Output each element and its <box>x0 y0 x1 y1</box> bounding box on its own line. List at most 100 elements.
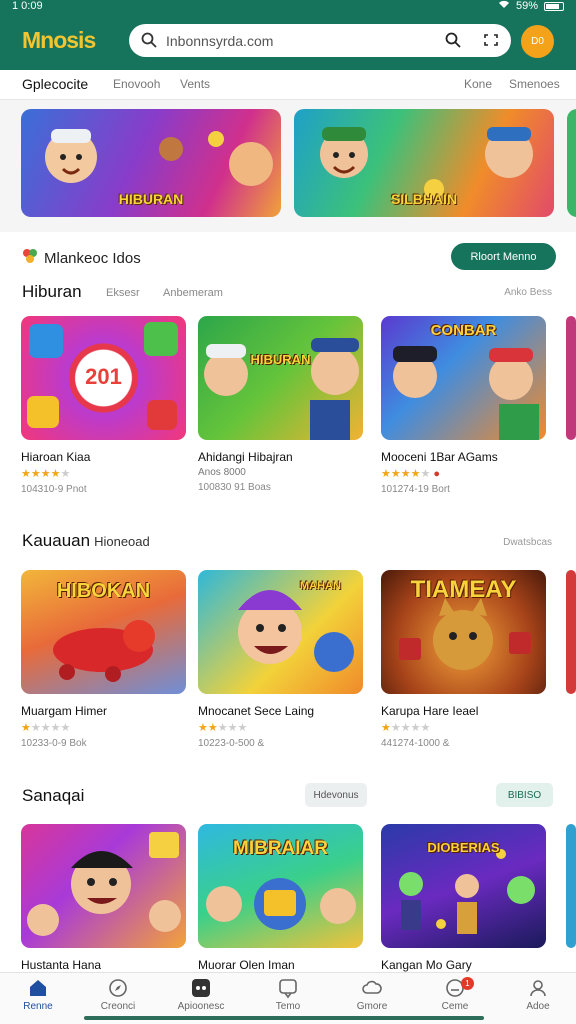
section-title-text: Hiburan <box>22 282 82 301</box>
game-thumbnail[interactable]: MAHAN <box>198 570 363 694</box>
banner-carousel[interactable]: HIBURAN SILBHAIN <box>0 100 576 232</box>
bottom-nav-games[interactable]: Apioonesc <box>165 977 237 1012</box>
banner-3-partial[interactable] <box>567 109 576 217</box>
thumbnail-title: HIBURAN <box>250 352 311 367</box>
compass-icon <box>107 977 129 999</box>
star-rating: ★★★★★ <box>198 722 248 734</box>
game-card-partial[interactable] <box>566 570 576 694</box>
bottom-nav-label: Ceme <box>441 1001 469 1012</box>
scan-icon[interactable] <box>483 32 499 53</box>
section-tab[interactable]: Eksesr <box>106 287 140 299</box>
main-content: Mlankeoc Idos Rloort Menno Hiburan Ekses… <box>0 232 576 972</box>
bottom-nav-notifications[interactable]: 1 Ceme <box>419 977 491 1012</box>
filter-chip[interactable]: Hdevonus <box>305 783 367 807</box>
section-tab[interactable]: Anbemeram <box>163 287 223 299</box>
game-card[interactable]: HIBOKAN Muargam Himer ★★★★★ 10233-0-9 Bo… <box>21 570 186 749</box>
chat-icon <box>277 977 299 999</box>
banner-title: HIBURAN <box>118 191 184 207</box>
game-thumbnail[interactable] <box>566 570 576 694</box>
section-title: Hiburan <box>22 282 82 302</box>
battery-icon <box>544 1 564 11</box>
app-logo[interactable]: Mnosis <box>22 27 96 54</box>
game-name: Karupa Hare Ieael <box>381 704 479 718</box>
game-thumbnail[interactable]: HIBURAN <box>198 316 363 440</box>
bottom-nav-label: Temo <box>275 1001 301 1012</box>
search-input[interactable]: Inbonnsyrda.com <box>166 33 273 49</box>
top-nav: Gplecocite Enovooh Vents Kone Smenoes <box>0 70 576 100</box>
gamepad-icon <box>190 977 212 999</box>
thumbnail-title: TIAMEAY <box>410 576 517 603</box>
status-bar: 1 0:09 59% <box>0 0 576 14</box>
game-thumbnail[interactable] <box>566 316 576 440</box>
game-card-partial[interactable] <box>566 824 576 948</box>
bottom-nav-profile[interactable]: Adoe <box>502 977 574 1012</box>
game-thumbnail[interactable]: 201 <box>21 316 186 440</box>
game-thumbnail[interactable]: TIAMEAY <box>381 570 546 694</box>
game-meta: 10223-0-500 & <box>198 738 265 749</box>
game-name: Hustanta Hana <box>21 958 102 972</box>
search-icon <box>141 32 157 53</box>
game-card[interactable]: HIBURAN Ahidangi Hibajran Anos 8000 1008… <box>198 316 363 493</box>
game-thumbnail[interactable]: MIBRAIAR <box>198 824 363 948</box>
status-icons: 59% <box>498 0 564 12</box>
game-card[interactable]: MAHAN Mnocanet Sece Laing ★★★★★ 10223-0-… <box>198 570 363 749</box>
top-nav-item[interactable]: Kone <box>464 77 492 91</box>
star-rating: ★★★★★ ● <box>381 468 441 480</box>
thumbnail-title: CONBAR <box>430 322 497 339</box>
game-card[interactable]: DIOBERIAS Kangan Mo Gary <box>381 824 546 972</box>
game-thumbnail[interactable]: DIOBERIAS <box>381 824 546 948</box>
game-card[interactable]: 201 Hiaroan Kiaa ★★★★★ 104310-9 Pnot <box>21 316 186 495</box>
section-title: Sanaqai <box>22 786 84 806</box>
game-meta: 10233-0-9 Bok <box>21 738 87 749</box>
game-meta: 441274-1000 & <box>381 738 450 749</box>
top-nav-item[interactable]: Smenoes <box>509 77 560 91</box>
game-card[interactable]: CONBAR Mooceni 1Bar AGams ★★★★★ ● 101274… <box>381 316 546 495</box>
star-rating: ★★★★★ <box>21 468 71 480</box>
bottom-nav-chat[interactable]: Temo <box>252 977 324 1012</box>
game-meta: 104310-9 Pnot <box>21 484 87 495</box>
game-thumbnail[interactable]: CONBAR <box>381 316 546 440</box>
game-meta: 101274-19 Bort <box>381 484 450 495</box>
wifi-icon <box>498 0 510 12</box>
game-card[interactable]: MIBRAIAR Muorar Olen Iman <box>198 824 363 972</box>
top-nav-item[interactable]: Enovooh <box>113 77 160 91</box>
section-title-text: Kauauan <box>22 531 91 550</box>
bottom-nav-explore[interactable]: Creonci <box>82 977 154 1012</box>
avatar[interactable]: D0 <box>521 25 554 58</box>
thumbnail-title: MIBRAIAR <box>233 838 328 859</box>
bottom-nav-cloud[interactable]: Gmore <box>336 977 408 1012</box>
banner-2[interactable]: SILBHAIN <box>294 109 554 217</box>
search-bar[interactable]: Inbonnsyrda.com <box>129 24 511 57</box>
featured-icon <box>22 248 38 268</box>
see-all-link[interactable]: Anko Bess <box>504 287 552 298</box>
status-time: 1 0:09 <box>12 0 43 12</box>
notification-badge: 1 <box>461 977 474 990</box>
game-thumbnail[interactable] <box>21 824 186 948</box>
battery-percent: 59% <box>515 0 538 12</box>
game-card-partial[interactable] <box>566 316 576 440</box>
top-nav-item[interactable]: Vents <box>180 77 210 91</box>
thumbnail-title: HIBOKAN <box>56 580 151 602</box>
bottom-nav-label: Adoe <box>526 1001 550 1012</box>
bottom-nav-label: Renne <box>23 1001 53 1012</box>
bottom-nav-label: Apioonesc <box>177 1001 225 1012</box>
game-name: Kangan Mo Gary <box>381 958 472 972</box>
thumbnail-title: DIOBERIAS <box>427 840 500 855</box>
search-button-icon[interactable] <box>445 32 461 53</box>
see-all-link[interactable]: Dwatsbcas <box>503 537 552 548</box>
game-thumbnail[interactable]: HIBOKAN <box>21 570 186 694</box>
bottom-nav-home[interactable]: Renne <box>2 977 74 1012</box>
home-icon <box>27 977 49 999</box>
browse-more-button[interactable]: Rloort Menno <box>451 243 556 270</box>
section-title: Kauauan Hioneoad <box>22 531 150 551</box>
game-card[interactable]: Hustanta Hana <box>21 824 186 972</box>
game-thumbnail[interactable] <box>566 824 576 948</box>
top-nav-item[interactable]: Gplecocite <box>22 76 88 92</box>
bottom-nav-label: Creonci <box>100 1001 136 1012</box>
section-title-text: Sanaqai <box>22 786 85 805</box>
banner-1[interactable]: HIBURAN <box>21 109 281 217</box>
filter-chip[interactable]: BIBISO <box>496 783 553 807</box>
game-card[interactable]: TIAMEAY Karupa Hare Ieael ★★★★★ 441274-1… <box>381 570 546 749</box>
app-header: 1 0:09 59% Mnosis Inbonnsyrda.com D0 <box>0 0 576 70</box>
game-meta: 100830 91 Boas <box>198 482 271 493</box>
